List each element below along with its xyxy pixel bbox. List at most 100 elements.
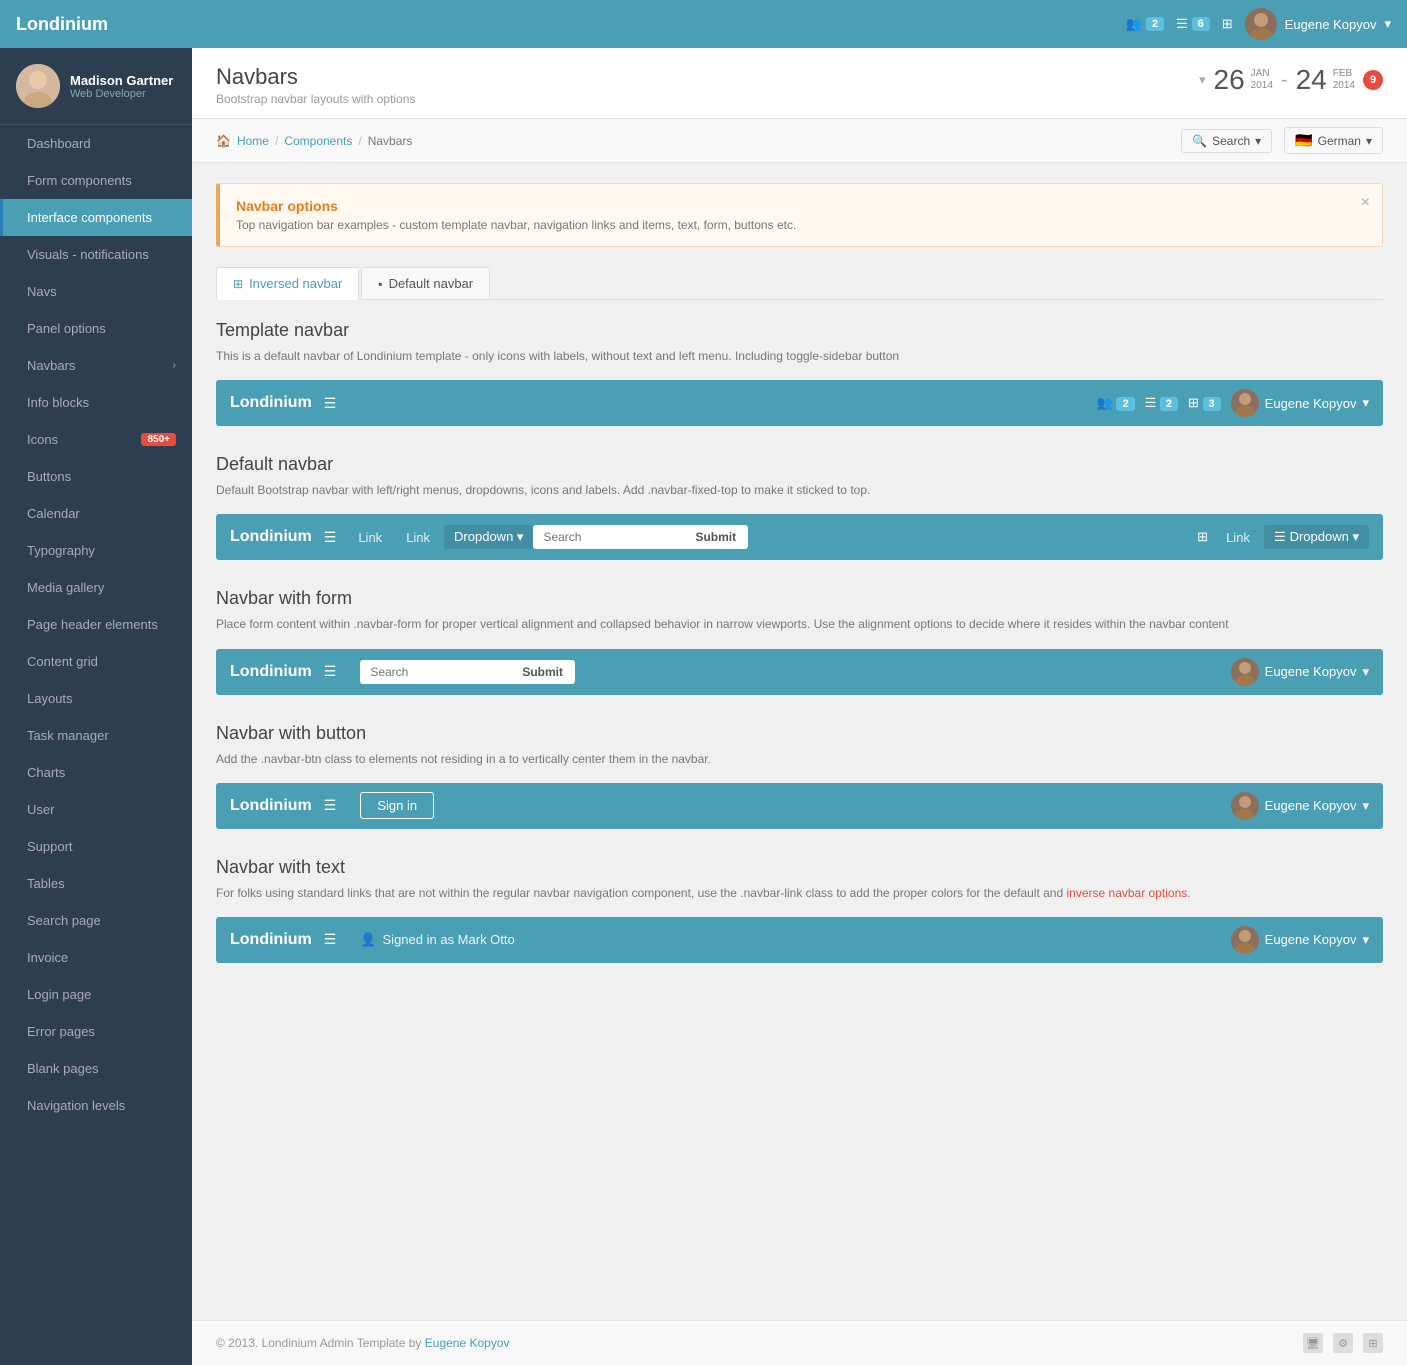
sidebar-item-navigation-levels[interactable]: Navigation levels xyxy=(0,1087,192,1124)
demo-submit-default[interactable]: Submit xyxy=(683,525,748,549)
sidebar-item-support[interactable]: Support xyxy=(0,828,192,865)
sidebar-label-user: User xyxy=(27,802,54,817)
demo-users-badge[interactable]: 👥 2 xyxy=(1097,395,1135,411)
sidebar-label-support: Support xyxy=(27,839,73,854)
alert-close-button[interactable]: × xyxy=(1361,194,1370,212)
sidebar-item-login-page[interactable]: Login page xyxy=(0,976,192,1013)
demo-search-input-form[interactable] xyxy=(360,660,510,684)
sidebar-item-blank-pages[interactable]: Blank pages xyxy=(0,1050,192,1087)
grid-icon-badge[interactable]: ⊞ xyxy=(1222,16,1233,32)
sidebar-label-dashboard: Dashboard xyxy=(27,136,91,151)
demo-user-chevron-template: ▾ xyxy=(1362,395,1369,411)
sidebar-item-info-blocks[interactable]: Info blocks xyxy=(0,384,192,421)
app-brand[interactable]: Londinium xyxy=(16,14,1126,35)
sidebar-item-form-components[interactable]: Form components xyxy=(0,162,192,199)
sidebar-item-page-header-elements[interactable]: Page header elements xyxy=(0,606,192,643)
section-navbar-with-form: Navbar with form Place form content with… xyxy=(216,588,1383,694)
demo-user-section-button[interactable]: Eugene Kopyov ▾ xyxy=(1231,792,1369,820)
sidebar-item-error-pages[interactable]: Error pages xyxy=(0,1013,192,1050)
sidebar-nav: Dashboard Form components Interface comp… xyxy=(0,125,192,1365)
breadcrumb-components[interactable]: Components xyxy=(284,134,352,148)
alert-title: Navbar options xyxy=(236,198,1366,214)
list-icon-badge[interactable]: ☰ 6 xyxy=(1176,16,1210,32)
demo-hamburger-form[interactable]: ☰ xyxy=(324,663,337,680)
breadcrumb-home[interactable]: Home xyxy=(237,134,269,148)
language-button[interactable]: 🇩🇪 German ▾ xyxy=(1284,127,1383,154)
sidebar-label-navs: Navs xyxy=(27,284,57,299)
tab-default[interactable]: ▪Default navbar xyxy=(361,267,490,299)
section-title-template-navbar: Template navbar xyxy=(216,320,1383,341)
sidebar-item-dashboard[interactable]: Dashboard xyxy=(0,125,192,162)
demo-users-icon: 👥 xyxy=(1097,395,1113,410)
sidebar-item-layouts[interactable]: Layouts xyxy=(0,680,192,717)
footer-grid-icon[interactable]: ⊞ xyxy=(1363,1333,1383,1353)
sidebar-item-media-gallery[interactable]: Media gallery xyxy=(0,569,192,606)
section-desc-default-navbar: Default Bootstrap navbar with left/right… xyxy=(216,481,1383,500)
demo-link2-default[interactable]: Link xyxy=(396,526,440,549)
demo-list-badge[interactable]: ☰ 2 xyxy=(1145,395,1178,411)
sidebar-item-typography[interactable]: Typography xyxy=(0,532,192,569)
demo-brand-default: Londinium xyxy=(230,528,312,546)
demo-brand-template: Londinium xyxy=(230,394,312,412)
sidebar-label-tables: Tables xyxy=(27,876,65,891)
sidebar-item-navs[interactable]: Navs xyxy=(0,273,192,310)
demo-hamburger-default[interactable]: ☰ xyxy=(324,529,337,546)
notification-badge: 9 xyxy=(1363,70,1383,90)
demo-right-link[interactable]: Link xyxy=(1216,526,1260,549)
page-header: Navbars Bootstrap navbar layouts with op… xyxy=(192,48,1407,119)
sidebar-item-invoice[interactable]: Invoice xyxy=(0,939,192,976)
demo-dropdown-default[interactable]: Dropdown ▾ xyxy=(444,525,533,549)
top-user-chevron: ▾ xyxy=(1384,16,1391,32)
demo-hamburger-template[interactable]: ☰ xyxy=(324,395,337,412)
demo-link1-default[interactable]: Link xyxy=(348,526,392,549)
sidebar-item-content-grid[interactable]: Content grid xyxy=(0,643,192,680)
sidebar-item-search-page[interactable]: Search page xyxy=(0,902,192,939)
date-to-day: 24 xyxy=(1296,64,1327,96)
sidebar-label-login-page: Login page xyxy=(27,987,91,1002)
date-separator: - xyxy=(1281,69,1288,92)
search-button[interactable]: 🔍 Search ▾ xyxy=(1181,129,1272,153)
demo-user-section-text[interactable]: Eugene Kopyov ▾ xyxy=(1231,926,1369,954)
tab-icon-default: ▪ xyxy=(378,277,382,291)
sidebar-label-error-pages: Error pages xyxy=(27,1024,95,1039)
demo-search-input-default[interactable] xyxy=(533,525,683,549)
sidebar-label-charts: Charts xyxy=(27,765,65,780)
demo-submit-form[interactable]: Submit xyxy=(510,660,575,684)
demo-hamburger-text[interactable]: ☰ xyxy=(324,931,337,948)
user-icon-text: 👤 xyxy=(360,932,376,948)
sidebar-item-buttons[interactable]: Buttons xyxy=(0,458,192,495)
demo-user-section-form[interactable]: Eugene Kopyov ▾ xyxy=(1231,658,1369,686)
footer-monitor-icon[interactable]: 🖥 xyxy=(1303,1333,1323,1353)
demo-navbar-template: Londinium ☰ 👥 2 ☰ 2 ⊞ 3 xyxy=(216,380,1383,426)
sidebar-item-interface-components[interactable]: Interface components xyxy=(0,199,192,236)
sidebar-item-user[interactable]: User xyxy=(0,791,192,828)
inverse-link[interactable]: inverse navbar options xyxy=(1067,886,1188,900)
tab-inversed[interactable]: ⊞Inversed navbar xyxy=(216,267,359,300)
demo-signed-in-text: Signed in as Mark Otto xyxy=(383,932,515,947)
arrow-navbars: › xyxy=(173,360,176,371)
demo-grid-badge[interactable]: ⊞ 3 xyxy=(1188,395,1221,411)
footer-author-link[interactable]: Eugene Kopyov xyxy=(425,1336,510,1350)
demo-signin-button[interactable]: Sign in xyxy=(360,792,434,819)
demo-hamburger-button[interactable]: ☰ xyxy=(324,797,337,814)
demo-right-dropdown[interactable]: ☰ Dropdown ▾ xyxy=(1264,525,1369,549)
sidebar-item-navbars[interactable]: Navbars › xyxy=(0,347,192,384)
sidebar-item-task-manager[interactable]: Task manager xyxy=(0,717,192,754)
demo-navbar-form: Londinium ☰ Submit Eugene Kopyov ▾ xyxy=(216,649,1383,695)
sidebar-label-interface-components: Interface components xyxy=(27,210,152,225)
sidebar-item-visuals-notifications[interactable]: Visuals - notifications xyxy=(0,236,192,273)
footer-icons: 🖥 ⚙ ⊞ xyxy=(1303,1333,1383,1353)
demo-user-section-template[interactable]: Eugene Kopyov ▾ xyxy=(1231,389,1369,417)
section-navbar-with-button: Navbar with button Add the .navbar-btn c… xyxy=(216,723,1383,829)
page-subtitle: Bootstrap navbar layouts with options xyxy=(216,92,415,106)
sidebar-item-tables[interactable]: Tables xyxy=(0,865,192,902)
date-dropdown-icon[interactable]: ▾ xyxy=(1199,72,1206,88)
footer-settings-icon[interactable]: ⚙ xyxy=(1333,1333,1353,1353)
sidebar-item-calendar[interactable]: Calendar xyxy=(0,495,192,532)
sidebar-item-panel-options[interactable]: Panel options xyxy=(0,310,192,347)
sidebar-item-icons[interactable]: Icons 850+ xyxy=(0,421,192,458)
top-user-menu[interactable]: Eugene Kopyov ▾ xyxy=(1245,8,1391,40)
sidebar-item-charts[interactable]: Charts xyxy=(0,754,192,791)
sidebar-label-panel-options: Panel options xyxy=(27,321,106,336)
users-icon-badge[interactable]: 👥 2 xyxy=(1126,16,1164,32)
